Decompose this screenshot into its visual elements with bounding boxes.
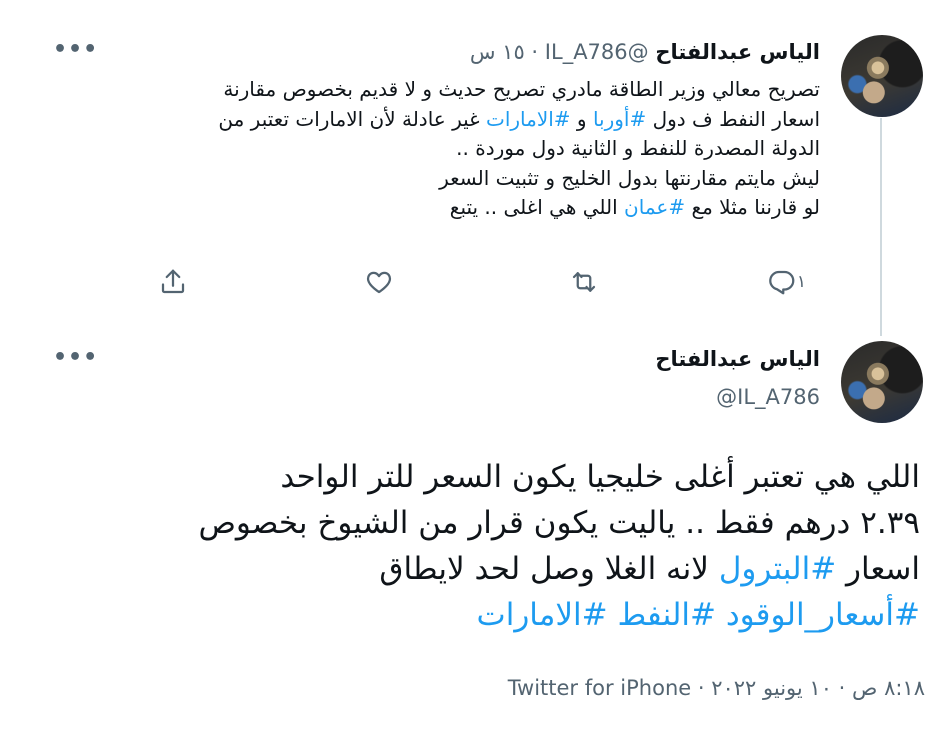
share-icon: [161, 269, 185, 294]
tweet-text-line: اسعار #البترول لانه الغلا وصل لحد لايطاق: [20, 546, 920, 592]
tweet-text-line: #أسعار_الوقود #النفط #الامارات: [20, 592, 920, 638]
text-segment: [608, 597, 618, 633]
text-segment: تصريح معالي وزير الطاقة مادري تصريح حديث…: [223, 77, 820, 101]
avatar[interactable]: [841, 341, 923, 423]
avatar[interactable]: [841, 35, 923, 117]
hashtag-link[interactable]: #أوربا: [593, 107, 646, 131]
tweet-text-line: الدولة المصدرة للنفط و الثانية دول موردة…: [40, 134, 820, 164]
text-segment: [716, 597, 726, 633]
reply-icon: [769, 270, 795, 295]
reply-count: ١: [796, 272, 806, 292]
text-segment: لو قارننا مثلا مع: [685, 195, 820, 219]
text-segment: الدولة المصدرة للنفط و الثانية دول موردة…: [456, 136, 820, 160]
tweet-text: تصريح معالي وزير الطاقة مادري تصريح حديث…: [40, 75, 820, 223]
hashtag-link[interactable]: #البترول: [719, 551, 836, 587]
tweet-text: اللي هي تعتبر أغلى خليجيا يكون السعر للت…: [20, 454, 920, 638]
like-button[interactable]: [364, 267, 394, 297]
tweet-text-line: لو قارننا مثلا مع #عمان اللي هي اغلى .. …: [40, 193, 820, 223]
tweet-text-line: اسعار النفط ف دول #أوربا و #الامارات غير…: [40, 105, 820, 135]
tweet-text-line: ليش مايتم مقارنتها بدول الخليج و تثبيت ا…: [40, 164, 820, 194]
text-segment: اسعار: [836, 551, 920, 587]
hashtag-link[interactable]: #الامارات: [477, 597, 608, 633]
tweet-text-line: تصريح معالي وزير الطاقة مادري تصريح حديث…: [40, 75, 820, 105]
author-handle[interactable]: @IL_A786: [545, 40, 649, 64]
author-name[interactable]: الياس عبدالفتاح: [655, 40, 820, 64]
hashtag-link[interactable]: #الامارات: [486, 107, 571, 131]
author-name[interactable]: الياس عبدالفتاح: [655, 345, 820, 373]
author-handle[interactable]: @IL_A786: [716, 383, 820, 411]
text-segment: اللي هي اغلى .. يتبع: [449, 195, 625, 219]
more-options-button[interactable]: •••: [53, 345, 98, 370]
separator: ·: [531, 40, 539, 64]
like-heart-icon: [366, 271, 392, 294]
text-segment: و: [570, 106, 593, 131]
tweet-text-line: ٢.٣٩ درهم فقط .. ياليت يكون قرار من الشي…: [20, 500, 920, 546]
tweet-time[interactable]: ١٥ س: [470, 40, 525, 64]
hashtag-link[interactable]: #أسعار_الوقود: [726, 597, 920, 633]
tweet-meta[interactable]: ٨:١٨ ص · ١٠ يونيو ٢٠٢٢ · Twitter for iPh…: [508, 676, 925, 700]
hashtag-link[interactable]: #عمان: [624, 195, 685, 219]
text-segment: اللي هي تعتبر أغلى خليجيا يكون السعر للت…: [280, 459, 920, 495]
retweet-icon: [572, 272, 596, 292]
reply-button[interactable]: ١: [767, 267, 820, 297]
more-options-button[interactable]: •••: [53, 37, 98, 62]
tweet-header: الياس عبدالفتاح @IL_A786 · ١٥ س: [470, 38, 820, 66]
hashtag-link[interactable]: #النفط: [617, 597, 716, 633]
text-segment: لانه الغلا وصل لحد لايطاق: [379, 551, 719, 587]
text-segment: غير عادلة لأن الامارات تعتبر من: [218, 106, 486, 131]
text-segment: اسعار النفط ف دول: [646, 106, 820, 131]
text-segment: ليش مايتم مقارنتها بدول الخليج و تثبيت ا…: [439, 165, 820, 190]
tweet-text-line: اللي هي تعتبر أغلى خليجيا يكون السعر للت…: [20, 454, 920, 500]
retweet-button[interactable]: [569, 267, 599, 297]
text-segment: ٢.٣٩ درهم فقط .. ياليت يكون قرار من الشي…: [198, 505, 920, 541]
thread-line: [880, 118, 882, 336]
share-button[interactable]: [158, 267, 188, 297]
